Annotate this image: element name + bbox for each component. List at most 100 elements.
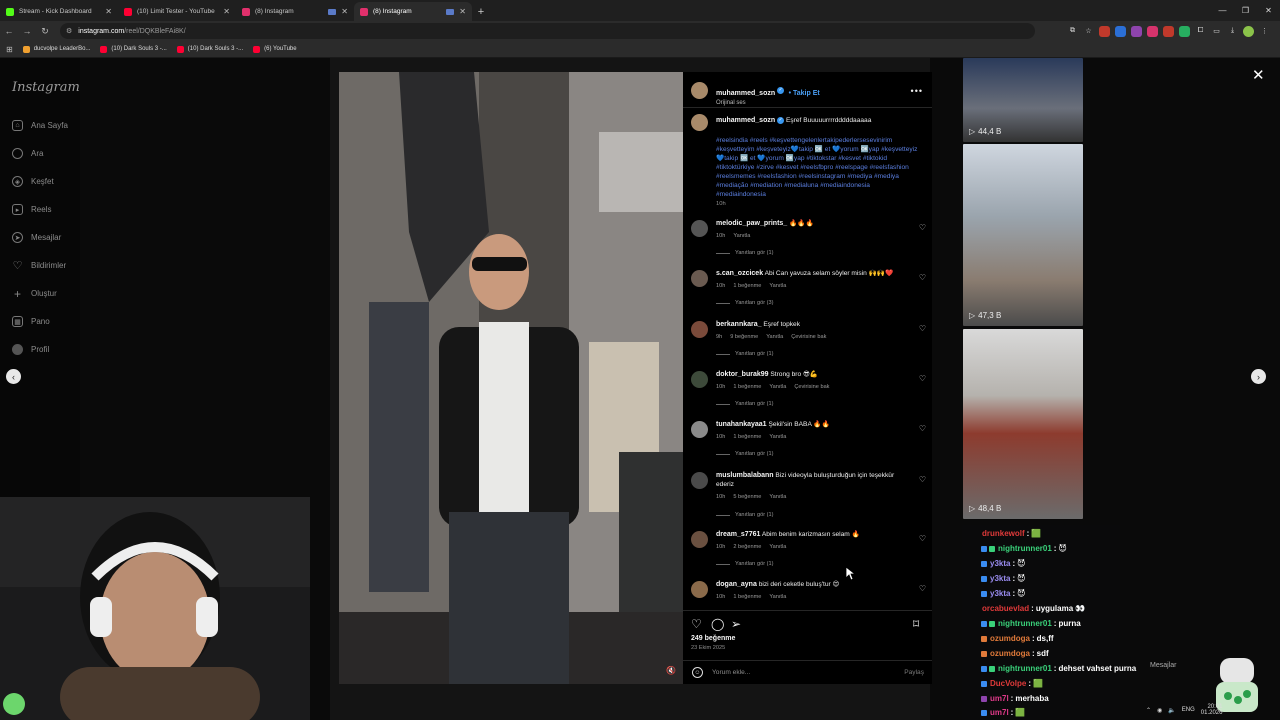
- emoji-icon[interactable]: ☺: [692, 667, 703, 678]
- sidepanel-icon[interactable]: ▭: [1211, 26, 1222, 37]
- audio-label[interactable]: Orijinal ses: [716, 100, 820, 106]
- sidebar-item-messages[interactable]: ➤ Mesajlar: [12, 232, 61, 243]
- sidebar-item-notifications[interactable]: ♡ Bildirimler: [12, 260, 67, 272]
- view-replies[interactable]: Yanıtları gör (1): [716, 561, 773, 567]
- likes-count[interactable]: 249 beğenme: [691, 635, 735, 642]
- view-replies[interactable]: Yanıtları gör (1): [716, 250, 773, 256]
- reply-button[interactable]: Yanıtla: [769, 384, 786, 390]
- extension-icon[interactable]: [1099, 25, 1110, 37]
- messages-button[interactable]: Mesajlar: [1150, 662, 1176, 669]
- translate-button[interactable]: Çevirisine bak: [791, 334, 826, 340]
- comment-username[interactable]: s.can_ozcicek: [716, 270, 763, 277]
- sidebar-item-search[interactable]: Ara: [12, 148, 43, 159]
- commenter-avatar[interactable]: [691, 531, 708, 548]
- tab-kick[interactable]: Stream - Kick Dashboard ✕: [0, 2, 118, 21]
- author-avatar[interactable]: [691, 114, 708, 131]
- tab-instagram-1[interactable]: (8) Instagram ✕: [236, 2, 354, 21]
- reply-button[interactable]: Yanıtla: [769, 594, 786, 600]
- caption-author[interactable]: muhammed_sozn: [716, 117, 775, 124]
- reply-button[interactable]: Yanıtla: [769, 494, 786, 500]
- media-playing-icon[interactable]: [446, 8, 455, 15]
- comment-username[interactable]: doktor_burak99: [716, 371, 769, 378]
- sidebar-item-dashboard[interactable]: ▦ Pano: [12, 316, 50, 327]
- next-post-button[interactable]: ›: [1251, 369, 1266, 384]
- comment-like-heart-icon[interactable]: ♡: [919, 374, 926, 383]
- comment-bubble-icon[interactable]: ◯: [711, 617, 724, 631]
- close-tab-icon[interactable]: ✕: [105, 7, 112, 16]
- author-avatar[interactable]: [691, 82, 708, 99]
- explore-thumbnail[interactable]: ▷ 44,4 B: [963, 58, 1083, 142]
- url-field[interactable]: ⚙ instagram.com/reel/DQKBleFAi8K/: [60, 23, 1035, 39]
- comment-like-heart-icon[interactable]: ♡: [919, 324, 926, 333]
- post-comment-button[interactable]: Paylaş: [904, 669, 924, 676]
- view-replies[interactable]: Yanıtları gör (1): [716, 512, 773, 518]
- restore-icon[interactable]: ❐: [1234, 0, 1257, 21]
- tray-chevron-icon[interactable]: ⌃: [1146, 707, 1151, 714]
- comment-like-heart-icon[interactable]: ♡: [919, 223, 926, 232]
- add-comment-input[interactable]: Yorum ekle...: [712, 669, 904, 676]
- download-icon[interactable]: ⤓: [1227, 26, 1238, 37]
- bookmark-star-icon[interactable]: ☆: [1083, 26, 1094, 37]
- comment-likes[interactable]: 1 beğenme: [733, 384, 761, 390]
- comment-likes[interactable]: 2 beğenme: [733, 544, 761, 550]
- commenter-avatar[interactable]: [691, 472, 708, 489]
- more-options-icon[interactable]: •••: [911, 86, 923, 96]
- forward-icon[interactable]: →: [18, 22, 36, 40]
- comment-likes[interactable]: 1 beğenme: [733, 283, 761, 289]
- sidebar-item-home[interactable]: ⌂ Ana Sayfa: [12, 120, 68, 131]
- close-modal-icon[interactable]: ✕: [1252, 66, 1265, 84]
- volume-icon[interactable]: 🔈: [1168, 707, 1175, 714]
- comment-like-heart-icon[interactable]: ♡: [919, 424, 926, 433]
- caption-hashtags[interactable]: #reelsindia #reels #keşvettengelenlertak…: [716, 136, 921, 199]
- sidebar-item-explore[interactable]: ◈ Keşfet: [12, 176, 54, 187]
- sidebar-item-reels[interactable]: ▸ Reels: [12, 204, 51, 215]
- author-username[interactable]: muhammed_sozn: [716, 90, 775, 97]
- save-bookmark-icon[interactable]: ⌑: [913, 617, 919, 631]
- tab-instagram-2[interactable]: (8) Instagram ✕: [354, 2, 472, 21]
- media-playing-icon[interactable]: [328, 8, 337, 15]
- extension-icon[interactable]: [1115, 25, 1126, 37]
- reload-icon[interactable]: ↻: [36, 22, 54, 40]
- apps-grid-icon[interactable]: ⊞: [6, 45, 13, 54]
- language-indicator[interactable]: ENG: [1182, 707, 1195, 713]
- comment-username[interactable]: dogan_ayna: [716, 581, 757, 588]
- close-tab-icon[interactable]: ✕: [459, 7, 466, 16]
- reply-button[interactable]: Yanıtla: [769, 434, 786, 440]
- comment-likes[interactable]: 1 beğenme: [733, 434, 761, 440]
- reply-button[interactable]: Yanıtla: [769, 283, 786, 289]
- share-send-icon[interactable]: ➢: [731, 617, 741, 631]
- previous-post-button[interactable]: ‹: [6, 369, 21, 384]
- comment-likes[interactable]: 9 beğenme: [730, 334, 758, 340]
- comment-like-heart-icon[interactable]: ♡: [919, 584, 926, 593]
- view-replies[interactable]: Yanıtları gör (3): [716, 300, 773, 306]
- close-window-icon[interactable]: ✕: [1257, 0, 1280, 21]
- reel-video[interactable]: [339, 72, 683, 684]
- bookmark-item[interactable]: (10) Dark Souls 3 -...: [176, 45, 243, 53]
- close-tab-icon[interactable]: ✕: [341, 7, 348, 16]
- sidebar-item-create[interactable]: + Oluştur: [12, 287, 57, 301]
- commenter-avatar[interactable]: [691, 220, 708, 237]
- sidebar-item-profile[interactable]: Profil: [12, 344, 49, 355]
- back-icon[interactable]: ←: [0, 22, 18, 40]
- comment-like-heart-icon[interactable]: ♡: [919, 273, 926, 282]
- extensions-puzzle-icon[interactable]: ⧠: [1195, 26, 1206, 37]
- comment-like-heart-icon[interactable]: ♡: [919, 534, 926, 543]
- comment-like-heart-icon[interactable]: ♡: [919, 475, 926, 484]
- network-icon[interactable]: ◉: [1157, 707, 1162, 714]
- install-app-icon[interactable]: ⧉: [1067, 26, 1078, 37]
- extension-icon[interactable]: [1179, 25, 1190, 37]
- profile-avatar-icon[interactable]: [1243, 25, 1254, 37]
- reply-button[interactable]: Yanıtla: [769, 544, 786, 550]
- mute-icon[interactable]: 🔇: [666, 666, 676, 675]
- extension-icon[interactable]: [1163, 25, 1174, 37]
- follow-button[interactable]: • Takip Et: [789, 90, 820, 97]
- bookmark-item[interactable]: ducvolpe LeaderBo...: [22, 45, 90, 53]
- explore-thumbnail[interactable]: ▷ 47,3 B: [963, 144, 1083, 326]
- extension-icon[interactable]: [1131, 25, 1142, 37]
- comment-likes[interactable]: 1 beğenme: [733, 594, 761, 600]
- bookmark-item[interactable]: (10) Dark Souls 3 -...: [100, 45, 167, 53]
- menu-kebab-icon[interactable]: ⋮: [1259, 26, 1270, 37]
- commenter-avatar[interactable]: [691, 321, 708, 338]
- comment-username[interactable]: tunahankayaa1: [716, 421, 767, 428]
- minimize-icon[interactable]: —: [1211, 0, 1234, 21]
